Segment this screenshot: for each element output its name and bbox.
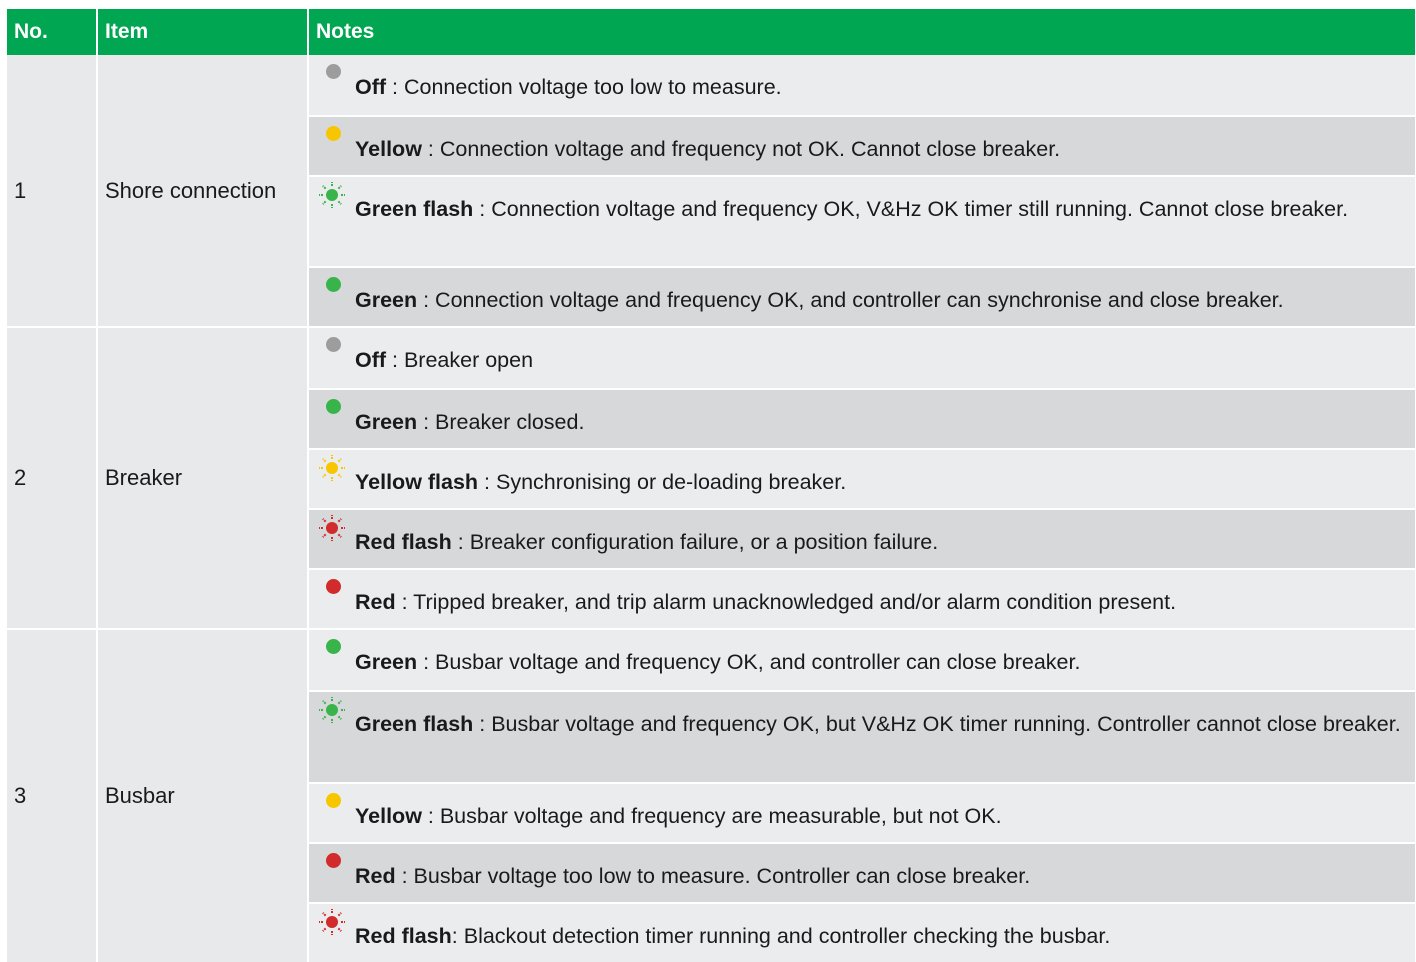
red-flash-icon xyxy=(317,909,355,943)
row-3-notes: Green : Busbar voltage and frequency OK,… xyxy=(309,630,1415,962)
note-row: Green : Busbar voltage and frequency OK,… xyxy=(309,630,1415,690)
row-1-notes: Off : Connection voltage too low to meas… xyxy=(309,55,1415,326)
note-label: Red xyxy=(355,864,396,888)
note-label: Yellow flash xyxy=(355,470,479,494)
note-text: : Busbar voltage and frequency OK, but V… xyxy=(473,712,1401,736)
green-flash-icon xyxy=(317,697,355,731)
red-flash-icon xyxy=(317,515,355,549)
green-dot-icon xyxy=(317,399,355,429)
note-text: : Connection voltage too low to measure. xyxy=(386,75,782,99)
note-row: Red : Tripped breaker, and trip alarm un… xyxy=(309,568,1415,628)
note-label: Green xyxy=(355,410,418,434)
header-notes: Notes xyxy=(309,9,1415,55)
green-flash-icon xyxy=(317,182,355,216)
yellow-dot-icon xyxy=(317,793,355,823)
note-text: : Connection voltage and frequency OK, V… xyxy=(473,197,1349,221)
note-label: Green flash xyxy=(355,712,474,736)
note-label: Off xyxy=(355,75,387,99)
note-label: Green xyxy=(355,288,418,312)
note-row: Green : Connection voltage and frequency… xyxy=(309,266,1415,326)
red-dot-icon xyxy=(317,853,355,883)
green-dot-icon xyxy=(317,277,355,307)
row-1-no: 1 xyxy=(7,55,96,326)
note-row: Red flash: Blackout detection timer runn… xyxy=(309,902,1415,962)
row-2-no: 2 xyxy=(7,328,96,628)
note-label: Green xyxy=(355,650,418,674)
row-3-no: 3 xyxy=(7,630,96,962)
note-text: : Synchronising or de-loading breaker. xyxy=(478,470,847,494)
yellow-dot-icon xyxy=(317,126,355,156)
yellow-flash-icon xyxy=(317,455,355,489)
header-item: Item xyxy=(98,9,307,55)
note-label: Green flash xyxy=(355,197,474,221)
off-dot-icon xyxy=(317,64,355,94)
row-2-notes: Off : Breaker open Green : Breaker closed… xyxy=(309,328,1415,628)
note-row: Green : Breaker closed. xyxy=(309,388,1415,448)
note-label: Yellow xyxy=(355,137,422,161)
note-text: : Busbar voltage too low to measure. Con… xyxy=(395,864,1031,888)
row-2-item: Breaker xyxy=(98,328,307,628)
note-label: Red flash xyxy=(355,924,452,948)
note-row: Off : Breaker open xyxy=(309,328,1415,388)
note-row: Off : Connection voltage too low to meas… xyxy=(309,55,1415,115)
note-text: : Busbar voltage and frequency are measu… xyxy=(421,804,1002,828)
note-text: : Connection voltage and frequency not O… xyxy=(421,137,1061,161)
note-label: Off xyxy=(355,348,387,372)
red-dot-icon xyxy=(317,579,355,609)
off-dot-icon xyxy=(317,337,355,367)
note-row: Green flash : Busbar voltage and frequen… xyxy=(309,690,1415,782)
note-text: : Breaker closed. xyxy=(417,410,585,434)
note-text: : Tripped breaker, and trip alarm unackn… xyxy=(395,590,1177,614)
green-dot-icon xyxy=(317,639,355,669)
note-label: Red xyxy=(355,590,396,614)
row-1-item: Shore connection xyxy=(98,55,307,326)
note-text: : Busbar voltage and frequency OK, and c… xyxy=(417,650,1081,674)
note-row: Yellow flash : Synchronising or de-loadi… xyxy=(309,448,1415,508)
note-label: Yellow xyxy=(355,804,422,828)
header-no: No. xyxy=(7,9,96,55)
note-text: : Blackout detection timer running and c… xyxy=(451,924,1111,948)
note-row: Yellow : Busbar voltage and frequency ar… xyxy=(309,782,1415,842)
note-text: : Breaker open xyxy=(386,348,534,372)
note-row: Yellow : Connection voltage and frequenc… xyxy=(309,115,1415,175)
note-row: Red : Busbar voltage too low to measure.… xyxy=(309,842,1415,902)
note-row: Red flash : Breaker configuration failur… xyxy=(309,508,1415,568)
note-text: : Connection voltage and frequency OK, a… xyxy=(417,288,1284,312)
led-status-table: No. Item Notes 1 Shore connection Off : … xyxy=(7,9,1415,962)
note-label: Red flash xyxy=(355,530,452,554)
note-text: : Breaker configuration failure, or a po… xyxy=(451,530,939,554)
note-row: Green flash : Connection voltage and fre… xyxy=(309,175,1415,266)
row-3-item: Busbar xyxy=(98,630,307,962)
